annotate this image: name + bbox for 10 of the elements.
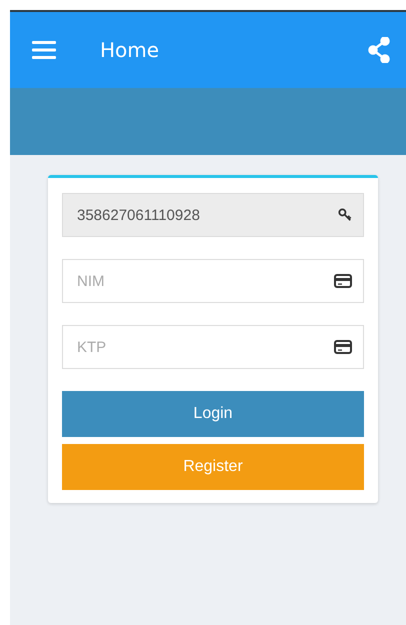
share-icon[interactable]: [368, 37, 390, 63]
login-button[interactable]: Login: [62, 391, 364, 437]
key-icon: [338, 208, 352, 222]
input-field[interactable]: NIM: [62, 259, 364, 303]
menu-icon[interactable]: [32, 41, 56, 59]
input-field[interactable]: KTP: [62, 325, 364, 369]
register-button[interactable]: Register: [62, 444, 364, 490]
app-title: Home: [100, 38, 160, 62]
card-icon: [334, 340, 352, 354]
card-icon: [334, 274, 352, 288]
